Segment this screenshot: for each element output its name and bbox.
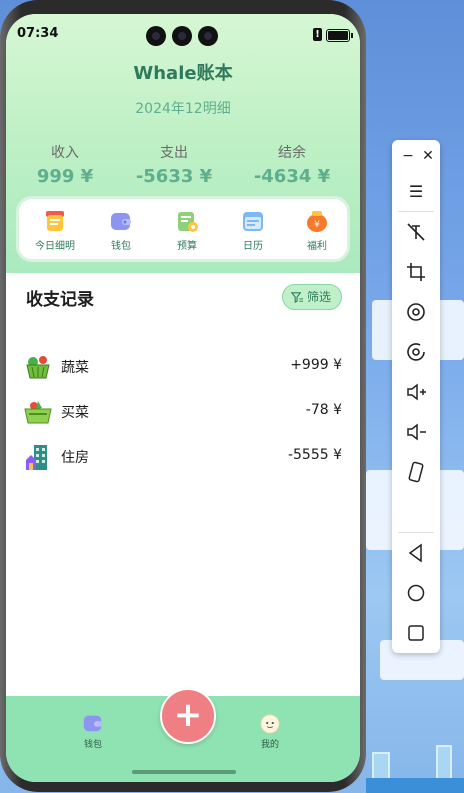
toolbar-divider xyxy=(398,211,434,212)
quick-budget[interactable]: 预算 xyxy=(154,209,220,252)
app-title: Whale账本 xyxy=(133,63,233,84)
quick-calendar[interactable]: 日历 xyxy=(220,209,286,252)
daily-detail-icon xyxy=(46,211,64,231)
quick-label: 今日细明 xyxy=(35,241,75,252)
camera-icon xyxy=(198,26,218,46)
background-water xyxy=(366,778,464,793)
close-icon[interactable]: ✕ xyxy=(416,144,440,168)
filter-label: 筛选 xyxy=(306,290,331,304)
home-indicator[interactable] xyxy=(132,770,236,774)
income-label: 收入 xyxy=(51,145,79,161)
budget-icon xyxy=(178,212,198,232)
record-name: 蔬菜 xyxy=(61,360,89,376)
toolbar-divider xyxy=(398,532,434,533)
back-icon[interactable] xyxy=(404,541,428,565)
home-icon[interactable] xyxy=(404,581,428,605)
tab-wallet[interactable]: 钱包 xyxy=(63,712,123,750)
add-record-button[interactable]: + xyxy=(160,688,216,744)
svg-text:¥: ¥ xyxy=(314,220,320,230)
expense-value: -5633 ¥ xyxy=(135,166,213,187)
status-time: 07:34 xyxy=(17,26,59,41)
menu-icon[interactable]: ☰ xyxy=(404,180,428,204)
balance-summary: 结余 -4634 ¥ xyxy=(242,142,342,187)
filter-button[interactable]: 筛选 xyxy=(281,284,342,310)
tab-profile[interactable]: 我的 xyxy=(240,712,300,750)
profile-avatar-icon xyxy=(260,714,280,734)
expense-summary: 支出 -5633 ¥ xyxy=(124,142,224,187)
quick-label: 福利 xyxy=(307,241,327,252)
quick-label: 日历 xyxy=(243,241,263,252)
rotate-right-icon[interactable] xyxy=(404,340,428,364)
balance-value: -4634 ¥ xyxy=(253,166,331,187)
record-amount: -78 ¥ xyxy=(305,402,342,418)
vegetable-basket-icon xyxy=(26,356,50,379)
expense-label: 支出 xyxy=(160,145,188,161)
camera-icon xyxy=(172,26,192,46)
record-name: 住房 xyxy=(61,450,89,466)
welfare-icon: ¥ xyxy=(307,211,327,232)
tab-label: 钱包 xyxy=(83,740,102,750)
floating-toolbar: − ✕ ☰ xyxy=(392,140,440,653)
record-row[interactable]: 蔬菜 +999 ¥ xyxy=(24,351,342,381)
app-screen: 07:34 ! Whale账本 2024年12明细 收入 999 ¥ 支出 -5… xyxy=(6,14,360,782)
shake-icon[interactable] xyxy=(404,460,428,484)
quick-label: 预算 xyxy=(177,241,197,252)
volume-up-icon[interactable] xyxy=(404,380,428,404)
recents-icon[interactable] xyxy=(404,621,428,645)
building-icon xyxy=(26,445,47,470)
camera-icon xyxy=(146,26,166,46)
record-amount: -5555 ¥ xyxy=(287,447,342,463)
phone-frame: 07:34 ! Whale账本 2024年12明细 收入 999 ¥ 支出 -5… xyxy=(0,0,366,792)
crop-icon[interactable] xyxy=(404,260,428,284)
volume-down-icon[interactable] xyxy=(404,420,428,444)
balance-label: 结余 xyxy=(278,145,306,161)
battery-icon xyxy=(326,29,353,42)
bottom-tab-bar: 钱包 + 我的 xyxy=(6,688,360,782)
grocery-basket-icon xyxy=(24,401,52,424)
records-panel: 收支记录 筛选 蔬菜 +999 ¥ 买菜 -78 ¥ 住房 -5555 ¥ xyxy=(6,273,360,695)
calendar-icon xyxy=(243,212,263,231)
record-row[interactable]: 买菜 -78 ¥ xyxy=(24,396,342,426)
record-name: 买菜 xyxy=(61,405,89,421)
status-bar: 07:34 ! xyxy=(6,24,360,48)
records-title: 收支记录 xyxy=(26,285,94,312)
filter-icon xyxy=(290,291,304,303)
quick-actions-bar: 今日细明 钱包 预算 日历 ¥ 福利 xyxy=(16,196,350,262)
wallet-icon xyxy=(83,715,103,732)
record-row[interactable]: 住房 -5555 ¥ xyxy=(24,441,342,471)
tab-label: 我的 xyxy=(260,740,279,750)
rotate-left-icon[interactable] xyxy=(404,300,428,324)
quick-daily-detail[interactable]: 今日细明 xyxy=(22,209,88,252)
income-value: 999 ¥ xyxy=(36,166,94,187)
quick-welfare[interactable]: ¥ 福利 xyxy=(284,209,350,252)
quick-label: 钱包 xyxy=(111,241,131,252)
alert-icon: ! xyxy=(313,28,322,41)
wallet-icon xyxy=(111,213,131,230)
no-touch-icon[interactable] xyxy=(404,220,428,244)
quick-wallet[interactable]: 钱包 xyxy=(88,209,154,252)
month-subtitle[interactable]: 2024年12明细 xyxy=(6,98,360,118)
income-summary: 收入 999 ¥ xyxy=(15,142,115,187)
record-amount: +999 ¥ xyxy=(290,357,342,373)
